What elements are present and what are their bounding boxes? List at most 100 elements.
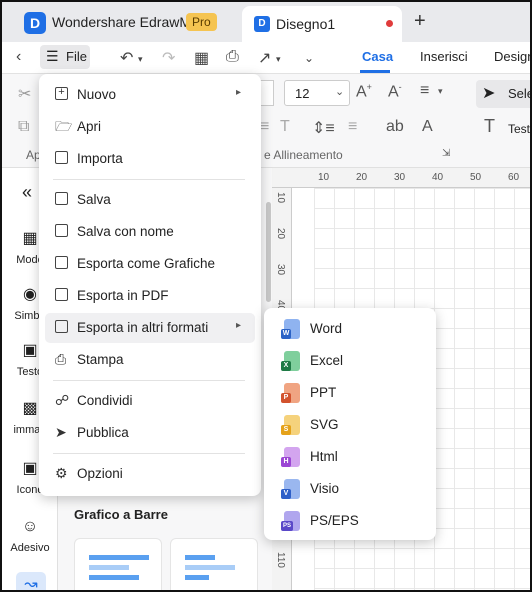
menu-item-label: Nuovo	[77, 87, 117, 102]
menu-item-label: Stampa	[77, 352, 124, 367]
sidebar-item-sticker[interactable]: ☺ Adesivo	[2, 518, 58, 554]
line-spacing-icon[interactable]: ⇕≡	[312, 118, 335, 138]
preview-bar	[89, 555, 149, 560]
font-grow-icon[interactable]: A+	[356, 82, 372, 101]
submenu-item-word[interactable]: W Word	[272, 314, 428, 344]
chart-template-card[interactable]	[74, 538, 162, 590]
menu-divider	[53, 179, 245, 180]
menu-divider	[53, 453, 245, 454]
copy-icon[interactable]: ⧉	[18, 118, 29, 136]
font-size-select[interactable]: 12 ⌄	[284, 80, 350, 106]
panel-scrollbar[interactable]	[266, 202, 271, 302]
export-dropdown-icon[interactable]: ▾	[276, 54, 281, 65]
preview-bar	[89, 575, 139, 580]
menu-item-label: Salva con nome	[77, 224, 174, 239]
export-icon	[55, 320, 69, 334]
menu-item-salva[interactable]: Salva	[45, 185, 255, 215]
align-icon[interactable]: ≡	[420, 82, 429, 100]
title-bar: D Wondershare EdrawMax Pro D Disegno1 +	[2, 2, 530, 42]
back-icon[interactable]: ‹	[16, 48, 21, 66]
chart-template-card[interactable]	[170, 538, 258, 590]
font-shrink-icon[interactable]: A-	[388, 82, 402, 101]
submenu-item-visio[interactable]: V Visio	[272, 474, 428, 504]
unsaved-dot-icon[interactable]	[386, 20, 393, 27]
menu-item-label: Pubblica	[77, 425, 129, 440]
export-icon[interactable]: ↗	[258, 48, 271, 68]
ruler-tick: 30	[275, 264, 286, 276]
horizontal-ruler: 10 20 30 40 50 60	[272, 168, 530, 188]
document-icon: D	[254, 16, 270, 32]
ruler-tick: 110	[275, 552, 286, 568]
submenu-item-svg[interactable]: S SVG	[272, 410, 428, 440]
text-tool-icon[interactable]: T	[484, 116, 495, 137]
menu-item-stampa[interactable]: ⎙ Stampa	[45, 345, 255, 375]
menu-item-importa[interactable]: Importa	[45, 144, 255, 174]
app-logo-icon: D	[24, 12, 46, 34]
tab-design[interactable]: Design	[494, 49, 530, 64]
new-tab-icon[interactable]: +	[414, 10, 426, 33]
submenu-item-excel[interactable]: X Excel	[272, 346, 428, 376]
new-icon: +	[55, 87, 69, 101]
file-menu-button[interactable]: ☰ File	[40, 45, 90, 69]
hamburger-icon: ☰	[46, 48, 59, 64]
file-menu-label: File	[66, 49, 87, 64]
tab-casa[interactable]: Casa	[362, 49, 393, 64]
menu-item-apri[interactable]: 🗁 Apri	[45, 112, 255, 142]
more-icon[interactable]: ⌄	[304, 51, 314, 65]
menu-item-esporta-grafiche[interactable]: Esporta come Grafiche	[45, 249, 255, 279]
undo-dropdown-icon[interactable]: ▾	[138, 54, 143, 65]
svg-icon: S	[281, 415, 300, 435]
ruler-tick: 10	[318, 172, 330, 183]
submenu-item-html[interactable]: H Html	[272, 442, 428, 472]
import-icon	[55, 151, 69, 165]
submenu-item-label: Html	[310, 449, 338, 464]
pro-badge[interactable]: Pro	[186, 13, 217, 31]
submenu-item-label: PPT	[310, 385, 337, 400]
font-color-icon[interactable]: A	[422, 118, 433, 136]
sticker-icon: ☺	[21, 518, 39, 535]
list-icon[interactable]: ≡	[348, 118, 357, 136]
submenu-item-ppt[interactable]: P PPT	[272, 378, 428, 408]
menu-item-opzioni[interactable]: ⚙ Opzioni	[45, 459, 255, 489]
chevron-down-icon: ⌄	[335, 86, 345, 98]
ruler-tick: 50	[470, 172, 482, 183]
menu-item-label: Salva	[77, 192, 111, 207]
chevron-right-icon: ▸	[235, 87, 241, 98]
save-icon[interactable]: ▦	[194, 48, 209, 68]
redo-icon[interactable]: ↷	[162, 48, 175, 68]
text-style-icon[interactable]: T	[280, 118, 290, 136]
menu-item-pubblica[interactable]: ➤ Pubblica	[45, 418, 255, 448]
menu-item-salva-con-nome[interactable]: Salva con nome	[45, 217, 255, 247]
font-case-icon[interactable]: ab	[386, 118, 404, 136]
gear-icon: ⚙	[55, 465, 68, 481]
menu-item-label: Importa	[77, 151, 123, 166]
chart-icon[interactable]: ↝	[16, 572, 46, 590]
collapse-icon[interactable]: «	[22, 182, 32, 203]
submenu-item-label: Visio	[310, 481, 340, 496]
share-icon: ☍	[55, 392, 70, 408]
menu-item-nuovo[interactable]: + Nuovo ▸	[45, 80, 255, 110]
document-tab[interactable]: D Disegno1	[242, 6, 402, 42]
text-tool-label[interactable]: Testo	[508, 122, 530, 136]
cut-icon[interactable]: ✂	[18, 84, 31, 104]
menu-item-esporta-altri-formati[interactable]: Esporta in altri formati ▸	[45, 313, 255, 343]
chevron-right-icon: ▸	[235, 320, 241, 331]
document-tab-label: Disegno1	[276, 16, 336, 32]
select-tool-button[interactable]: ➤ Selez	[476, 80, 530, 108]
menu-item-condividi[interactable]: ☍ Condividi	[45, 386, 255, 416]
active-tab-indicator	[360, 70, 390, 73]
font-family-dropdown[interactable]	[260, 80, 274, 106]
alignment-group-label: e Allineamento	[264, 148, 343, 162]
align-dropdown-icon[interactable]: ▾	[438, 86, 443, 97]
text-transform-icon[interactable]: ≡	[260, 118, 269, 136]
print-icon[interactable]: ⎙	[226, 48, 239, 66]
folder-icon: 🗁	[55, 118, 73, 134]
ruler-tick: 60	[508, 172, 520, 183]
menu-item-esporta-pdf[interactable]: Esporta in PDF	[45, 281, 255, 311]
publish-icon: ➤	[55, 424, 67, 440]
tab-inserisci[interactable]: Inserisci	[420, 49, 468, 64]
ruler-tick: 10	[275, 192, 286, 204]
submenu-item-ps-eps[interactable]: PS PS/EPS	[272, 506, 428, 536]
group-expand-icon[interactable]: ⇲	[442, 148, 450, 159]
undo-icon[interactable]: ↶	[120, 48, 133, 68]
